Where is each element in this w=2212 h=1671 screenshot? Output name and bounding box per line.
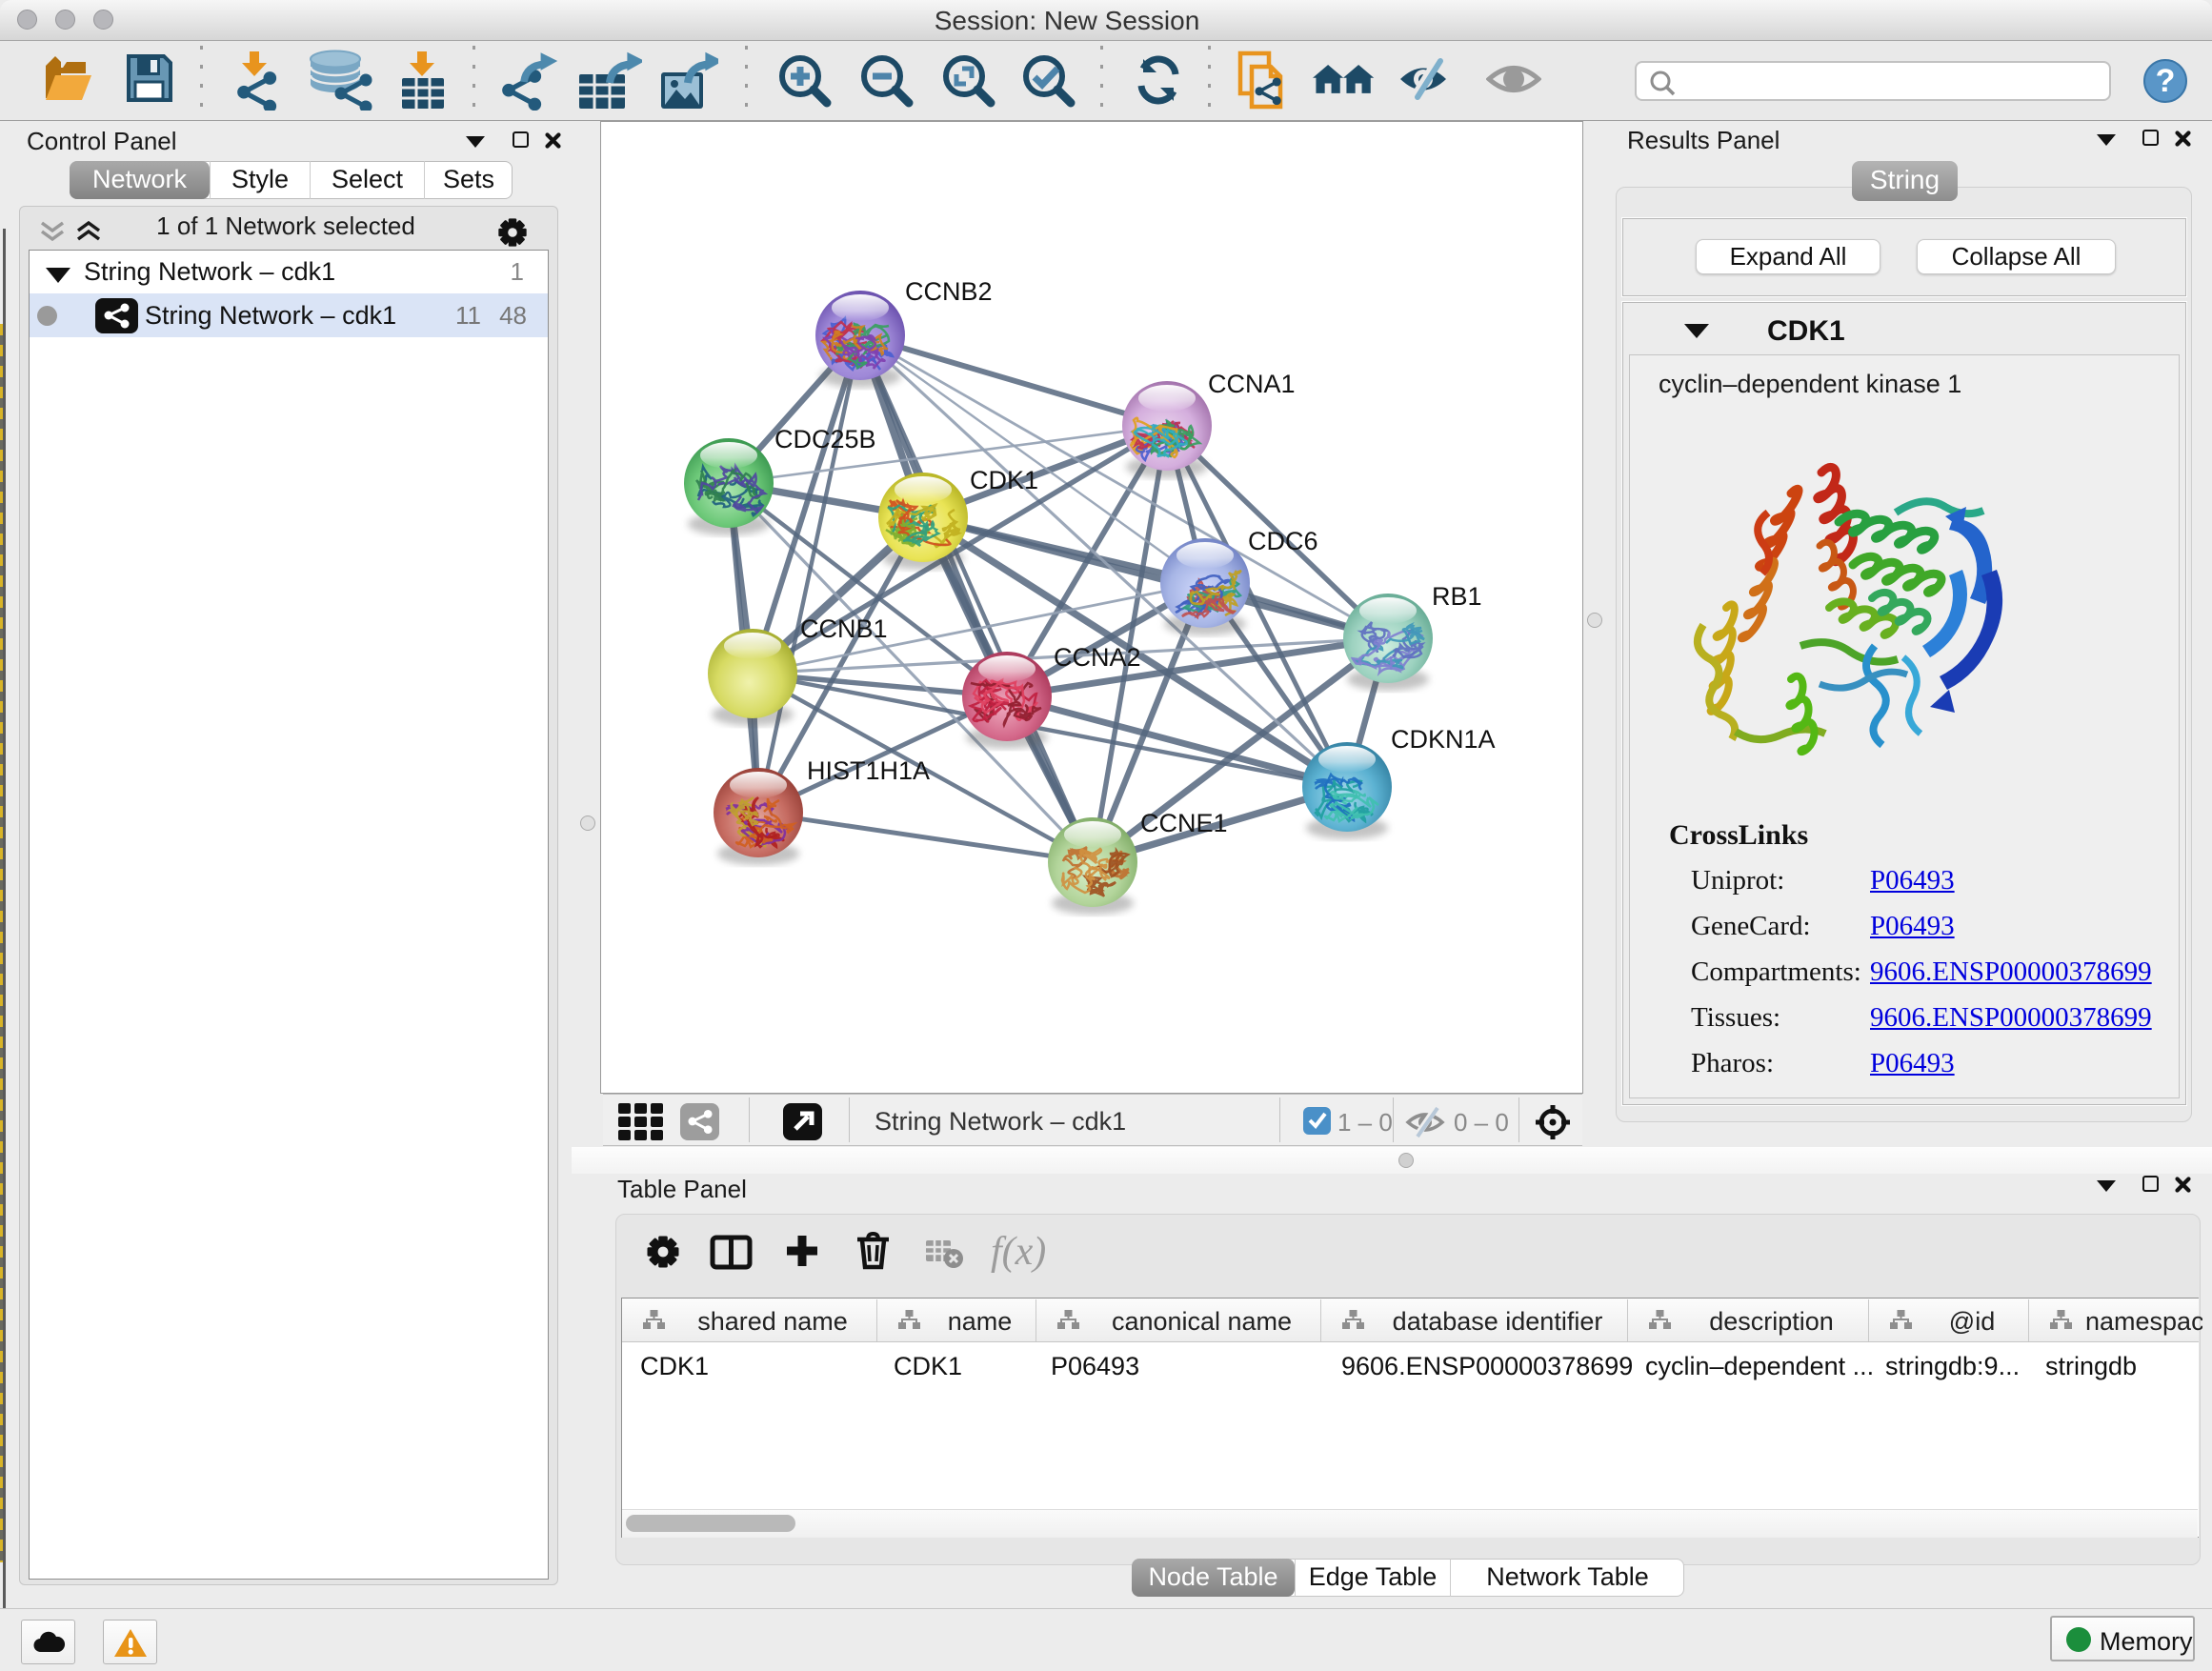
svg-text:RB1: RB1	[1432, 582, 1482, 611]
svg-text:CCNA2: CCNA2	[1054, 643, 1141, 672]
svg-text:CCNB1: CCNB1	[800, 614, 888, 643]
svg-text:CCNA1: CCNA1	[1208, 370, 1296, 398]
svg-text:CDKN1A: CDKN1A	[1391, 725, 1496, 754]
svg-text:CDC25B: CDC25B	[774, 425, 876, 453]
svg-text:CDK1: CDK1	[970, 466, 1038, 494]
svg-text:HIST1H1A: HIST1H1A	[807, 756, 930, 785]
svg-text:CCNB2: CCNB2	[905, 277, 993, 306]
svg-text:CDC6: CDC6	[1248, 527, 1318, 555]
svg-text:CCNE1: CCNE1	[1140, 809, 1228, 837]
